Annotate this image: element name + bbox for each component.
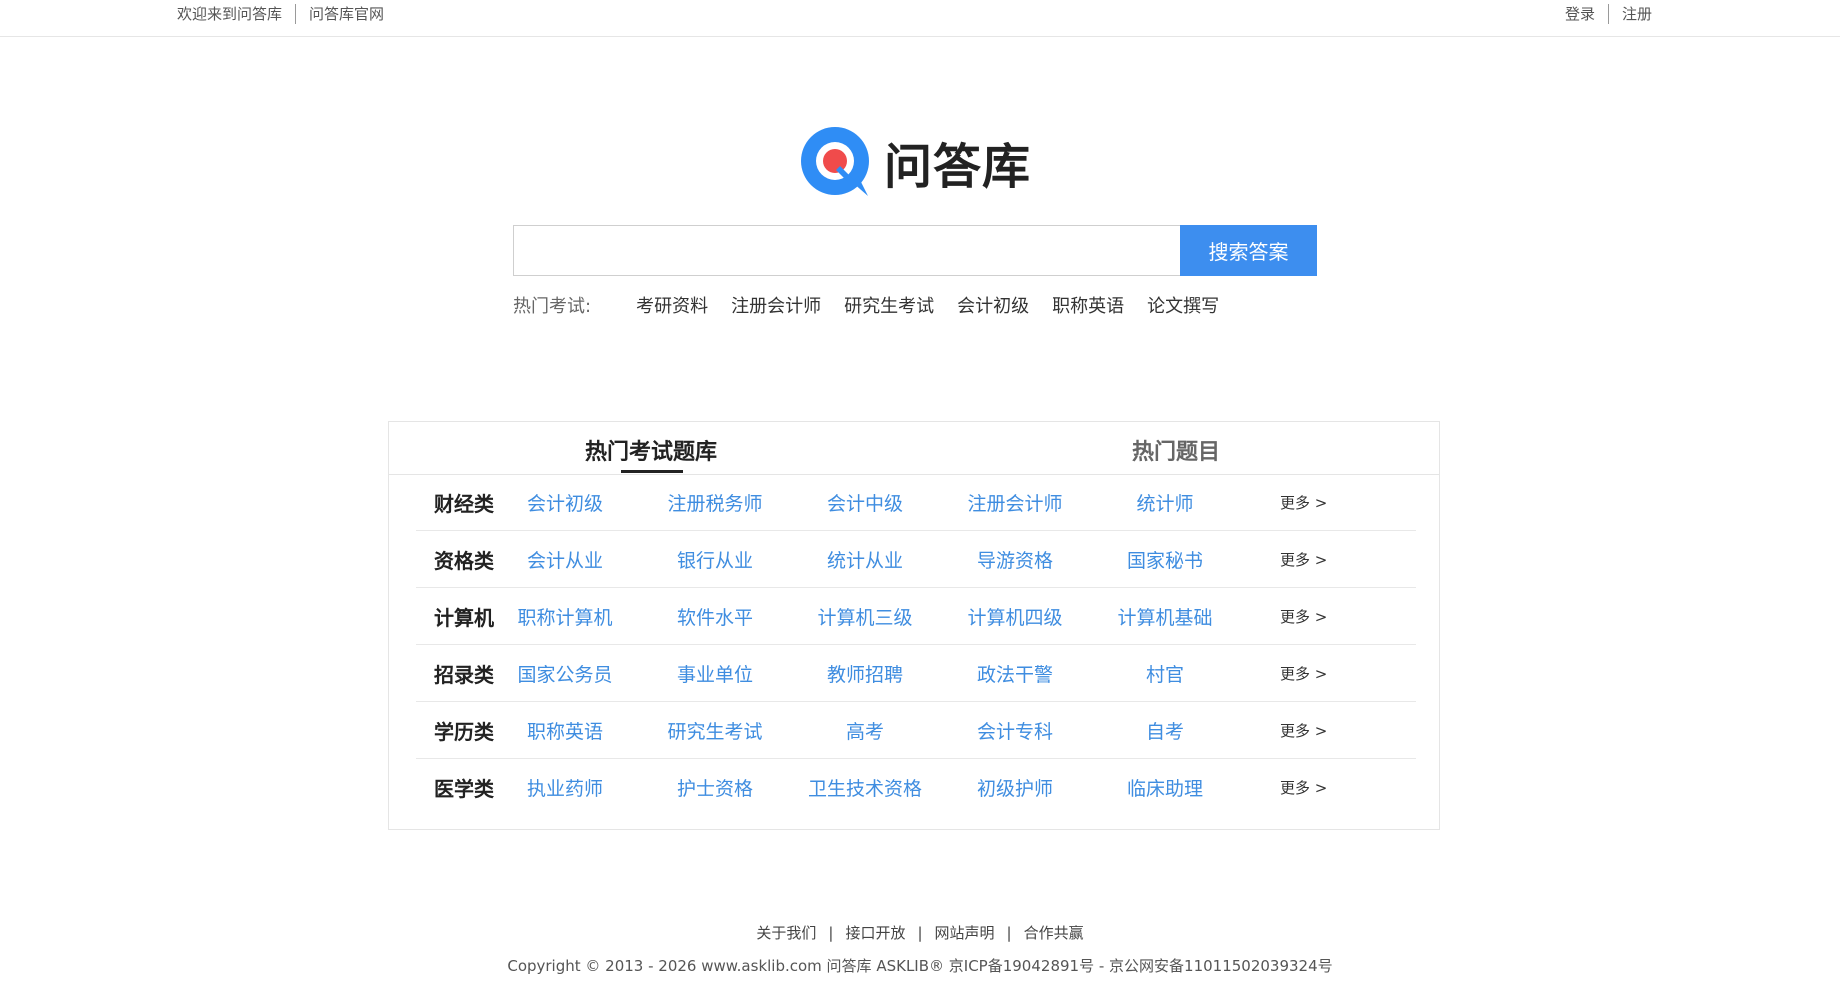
category-row: 财经类 会计初级 注册税务师 会计中级 注册会计师 统计师 更多 > bbox=[416, 474, 1416, 531]
register-link[interactable]: 注册 bbox=[1622, 3, 1652, 24]
exam-link[interactable]: 高考 bbox=[846, 717, 884, 744]
exam-link[interactable]: 注册会计师 bbox=[967, 489, 1062, 516]
exam-link[interactable]: 国家公务员 bbox=[517, 660, 612, 687]
hot-exam-link[interactable]: 会计初级 bbox=[957, 292, 1029, 318]
category-name: 计算机 bbox=[434, 605, 494, 630]
hot-exam-link[interactable]: 论文撰写 bbox=[1147, 292, 1219, 318]
exam-link[interactable]: 临床助理 bbox=[1127, 774, 1203, 801]
footer-link-statement[interactable]: 网站声明 bbox=[935, 924, 995, 942]
exam-link[interactable]: 会计从业 bbox=[527, 546, 603, 573]
official-site-link[interactable]: 问答库官网 bbox=[309, 3, 384, 24]
footer-link-about[interactable]: 关于我们 bbox=[756, 924, 816, 942]
category-row: 学历类 职称英语 研究生考试 高考 会计专科 自考 更多 > bbox=[416, 702, 1416, 759]
exam-link[interactable]: 会计初级 bbox=[527, 489, 603, 516]
category-list: 财经类 会计初级 注册税务师 会计中级 注册会计师 统计师 更多 > 资格类 会… bbox=[416, 474, 1416, 815]
exam-link[interactable]: 村官 bbox=[1146, 660, 1184, 687]
footer-link-api[interactable]: 接口开放 bbox=[845, 924, 905, 942]
welcome-link[interactable]: 欢迎来到问答库 bbox=[177, 3, 282, 24]
exam-link[interactable]: 职称英语 bbox=[527, 717, 603, 744]
active-tab-indicator bbox=[621, 470, 683, 473]
category-name: 财经类 bbox=[434, 491, 494, 516]
category-row: 资格类 会计从业 银行从业 统计从业 导游资格 国家秘书 更多 > bbox=[416, 531, 1416, 588]
category-name: 资格类 bbox=[434, 548, 494, 573]
category-row: 医学类 执业药师 护士资格 卫生技术资格 初级护师 临床助理 更多 > bbox=[416, 759, 1416, 815]
exam-link[interactable]: 政法干警 bbox=[977, 660, 1053, 687]
panel-tabs: 热门考试题库 热门题目 bbox=[389, 422, 1439, 475]
search-input[interactable] bbox=[513, 225, 1180, 276]
exam-link[interactable]: 研究生考试 bbox=[667, 717, 762, 744]
exam-link[interactable]: 计算机三级 bbox=[817, 603, 912, 630]
exam-link[interactable]: 注册税务师 bbox=[667, 489, 762, 516]
hot-exam-link[interactable]: 注册会计师 bbox=[731, 292, 821, 318]
exam-link[interactable]: 执业药师 bbox=[527, 774, 603, 801]
logo-text: 问答库 bbox=[884, 139, 1032, 195]
top-bar: 欢迎来到问答库 问答库官网 登录 注册 bbox=[0, 0, 1840, 37]
hot-exam-link[interactable]: 考研资料 bbox=[636, 292, 708, 318]
footer-links: 关于我们 | 接口开放 | 网站声明 | 合作共赢 bbox=[0, 922, 1840, 943]
exam-link[interactable]: 导游资格 bbox=[977, 546, 1053, 573]
divider: | bbox=[1006, 924, 1012, 942]
exam-link[interactable]: 教师招聘 bbox=[827, 660, 903, 687]
more-link[interactable]: 更多 > bbox=[1280, 549, 1327, 570]
exam-link[interactable]: 软件水平 bbox=[677, 603, 753, 630]
exam-bank-panel: 热门考试题库 热门题目 财经类 会计初级 注册税务师 会计中级 注册会计师 统计… bbox=[388, 421, 1440, 830]
category-name: 医学类 bbox=[434, 776, 494, 801]
more-link[interactable]: 更多 > bbox=[1280, 606, 1327, 627]
divider: | bbox=[917, 924, 923, 942]
divider: | bbox=[828, 924, 834, 942]
hot-exams-label: 热门考试: bbox=[513, 296, 592, 317]
divider bbox=[295, 3, 297, 24]
category-name: 学历类 bbox=[434, 719, 494, 744]
exam-link[interactable]: 会计专科 bbox=[977, 717, 1053, 744]
site-logo[interactable]: 问答库 bbox=[800, 126, 1031, 198]
more-link[interactable]: 更多 > bbox=[1280, 492, 1327, 513]
exam-link[interactable]: 统计从业 bbox=[827, 546, 903, 573]
exam-link[interactable]: 统计师 bbox=[1136, 489, 1193, 516]
more-link[interactable]: 更多 > bbox=[1280, 663, 1327, 684]
exam-link[interactable]: 职称计算机 bbox=[517, 603, 612, 630]
exam-link[interactable]: 会计中级 bbox=[827, 489, 903, 516]
hot-exams: 热门考试: 考研资料 注册会计师 研究生考试 会计初级 职称英语 论文撰写 bbox=[513, 292, 1219, 318]
exam-link[interactable]: 卫生技术资格 bbox=[808, 774, 922, 801]
more-link[interactable]: 更多 > bbox=[1280, 720, 1327, 741]
divider bbox=[1607, 3, 1609, 24]
search-button[interactable]: 搜索答案 bbox=[1180, 225, 1317, 276]
tab-hot-questions[interactable]: 热门题目 bbox=[1132, 434, 1220, 466]
hot-exam-link[interactable]: 职称英语 bbox=[1052, 292, 1124, 318]
top-bar-left: 欢迎来到问答库 问答库官网 bbox=[177, 0, 384, 27]
exam-link[interactable]: 初级护师 bbox=[977, 774, 1053, 801]
footer-link-cooperation[interactable]: 合作共赢 bbox=[1024, 924, 1084, 942]
category-row: 计算机 职称计算机 软件水平 计算机三级 计算机四级 计算机基础 更多 > bbox=[416, 588, 1416, 645]
exam-link[interactable]: 自考 bbox=[1146, 717, 1184, 744]
top-bar-right: 登录 注册 bbox=[1565, 0, 1652, 27]
exam-link[interactable]: 银行从业 bbox=[677, 546, 753, 573]
category-name: 招录类 bbox=[434, 662, 494, 687]
more-link[interactable]: 更多 > bbox=[1280, 777, 1327, 798]
q-chat-bubble-icon bbox=[800, 126, 872, 198]
exam-link[interactable]: 计算机四级 bbox=[967, 603, 1062, 630]
exam-link[interactable]: 事业单位 bbox=[677, 660, 753, 687]
hot-exam-link[interactable]: 研究生考试 bbox=[844, 292, 934, 318]
category-row: 招录类 国家公务员 事业单位 教师招聘 政法干警 村官 更多 > bbox=[416, 645, 1416, 702]
login-link[interactable]: 登录 bbox=[1565, 3, 1595, 24]
exam-link[interactable]: 计算机基础 bbox=[1117, 603, 1212, 630]
exam-link[interactable]: 国家秘书 bbox=[1127, 546, 1203, 573]
exam-link[interactable]: 护士资格 bbox=[677, 774, 753, 801]
search-bar: 搜索答案 bbox=[513, 225, 1317, 276]
tab-hot-exam-bank[interactable]: 热门考试题库 bbox=[585, 434, 717, 466]
copyright-text: Copyright © 2013 - 2026 www.asklib.com 问… bbox=[507, 957, 1333, 975]
